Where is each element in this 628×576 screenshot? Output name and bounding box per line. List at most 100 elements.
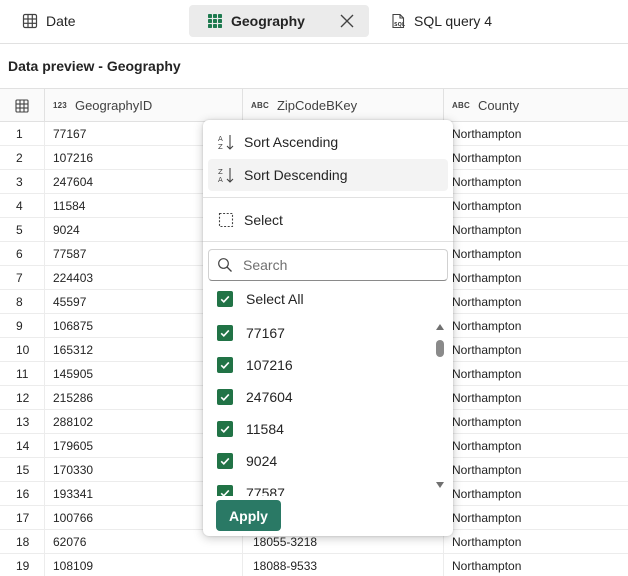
tab-geography[interactable]: Geography (189, 5, 369, 37)
search-box[interactable] (208, 249, 448, 281)
checkbox-checked-icon[interactable] (217, 389, 233, 405)
county-cell: Northampton (452, 535, 522, 549)
county-cell: Northampton (452, 175, 522, 189)
county-cell: Northampton (452, 151, 522, 165)
row-number-cell: 8 (0, 290, 45, 314)
menu-divider (203, 197, 453, 198)
column-filter-menu: AZ Sort Ascending ZA Sort Descending Sel… (203, 120, 453, 536)
zipcodebkey-cell: 18088-9533 (243, 554, 444, 576)
column-header-label: GeographyID (74, 98, 153, 113)
value-checkbox-item[interactable]: 11584 (217, 419, 284, 439)
table-row[interactable]: 19 108109 18088-9533 Northampton (0, 554, 628, 576)
checkbox-checked-icon[interactable] (217, 453, 233, 469)
row-number-cell: 3 (0, 170, 45, 194)
tab-sql-label: SQL query 4 (414, 13, 493, 29)
table-icon (22, 13, 38, 29)
tab-bar: Date Geography SQL SQL query 4 (0, 0, 628, 44)
search-input[interactable] (243, 257, 433, 273)
grid-header: 123 GeographyID ABC ZipCodeBKey ABC Coun… (0, 88, 628, 122)
row-number-cell: 9 (0, 314, 45, 338)
value-checkbox-label: 77587 (246, 485, 285, 496)
tab-date-label: Date (46, 13, 76, 29)
menu-divider (203, 241, 453, 242)
column-header-county[interactable]: ABC County (444, 89, 628, 122)
row-number-cell: 13 (0, 410, 45, 434)
value-checkbox-label: 107216 (246, 357, 293, 373)
value-checkbox-list: 77167 107216 247604 11584 9024 77587 (203, 316, 433, 496)
checkbox-checked-icon[interactable] (217, 291, 233, 307)
county-cell: Northampton (452, 319, 522, 333)
tab-sql-query[interactable]: SQL SQL query 4 (390, 5, 492, 37)
county-cell: Northampton (452, 223, 522, 237)
value-checkbox-label: 11584 (246, 421, 284, 437)
row-number-cell: 12 (0, 386, 45, 410)
row-number-cell: 11 (0, 362, 45, 386)
page-title: Data preview - Geography (8, 58, 181, 74)
sort-descending-label: Sort Descending (244, 167, 348, 183)
select-item[interactable]: Select (208, 204, 448, 236)
row-number-cell: 6 (0, 242, 45, 266)
svg-text:A: A (218, 176, 223, 184)
checkbox-checked-icon[interactable] (217, 421, 233, 437)
row-number-cell: 4 (0, 194, 45, 218)
checkbox-checked-icon[interactable] (217, 325, 233, 341)
tab-geography-label: Geography (231, 13, 305, 29)
tab-date[interactable]: Date (22, 5, 76, 37)
text-type-icon: ABC (452, 101, 470, 110)
county-cell: Northampton (452, 391, 522, 405)
numeric-type-icon: 123 (53, 101, 67, 110)
county-cell: Northampton (452, 127, 522, 141)
select-all-rows-icon[interactable] (0, 89, 45, 122)
select-all-checkbox-item[interactable]: Select All (217, 289, 304, 309)
checkbox-checked-icon[interactable] (217, 485, 233, 496)
value-checkbox-item[interactable]: 9024 (217, 451, 277, 471)
svg-text:SQL: SQL (394, 22, 406, 28)
value-checkbox-item[interactable]: 107216 (217, 355, 293, 375)
row-number-cell: 2 (0, 146, 45, 170)
county-cell: Northampton (452, 271, 522, 285)
county-cell: Northampton (452, 439, 522, 453)
county-cell: Northampton (452, 367, 522, 381)
select-region-icon (217, 211, 235, 229)
value-checkbox-item[interactable]: 77587 (217, 483, 285, 496)
county-cell: Northampton (452, 247, 522, 261)
value-checkbox-label: 247604 (246, 389, 293, 405)
sort-descending-item[interactable]: ZA Sort Descending (208, 159, 448, 191)
scroll-down-arrow-icon[interactable] (435, 480, 445, 490)
select-label: Select (244, 212, 283, 228)
value-checkbox-item[interactable]: 247604 (217, 387, 293, 407)
text-type-icon: ABC (251, 101, 269, 110)
scroll-up-arrow-icon[interactable] (435, 322, 445, 332)
checkbox-checked-icon[interactable] (217, 357, 233, 373)
county-cell: Northampton (452, 199, 522, 213)
apply-button[interactable]: Apply (216, 500, 281, 531)
sort-ascending-icon: AZ (217, 133, 235, 151)
row-number-cell: 7 (0, 266, 45, 290)
column-header-zipcodebkey[interactable]: ABC ZipCodeBKey (243, 89, 444, 122)
row-number-cell: 19 (0, 554, 45, 576)
county-cell: Northampton (452, 463, 522, 477)
sort-descending-icon: ZA (217, 166, 235, 184)
row-number-cell: 10 (0, 338, 45, 362)
select-all-label: Select All (246, 291, 304, 307)
geographyid-cell: 108109 (45, 554, 243, 576)
close-icon[interactable] (339, 13, 355, 29)
row-number-cell: 15 (0, 458, 45, 482)
row-number-cell: 16 (0, 482, 45, 506)
sort-ascending-item[interactable]: AZ Sort Ascending (208, 126, 448, 158)
column-header-label: ZipCodeBKey (276, 98, 358, 113)
county-cell: Northampton (452, 415, 522, 429)
scrollbar-thumb[interactable] (436, 340, 444, 357)
table-green-icon (207, 13, 223, 29)
column-header-label: County (477, 98, 520, 113)
column-header-geographyid[interactable]: 123 GeographyID (45, 89, 243, 122)
row-number-cell: 5 (0, 218, 45, 242)
row-number-cell: 14 (0, 434, 45, 458)
value-checkbox-item[interactable]: 77167 (217, 323, 285, 343)
sort-ascending-label: Sort Ascending (244, 134, 339, 150)
row-number-cell: 1 (0, 122, 45, 146)
svg-text:Z: Z (218, 168, 223, 176)
row-number-cell: 18 (0, 530, 45, 554)
value-checkbox-label: 9024 (246, 453, 278, 469)
sql-file-icon: SQL (390, 13, 406, 29)
